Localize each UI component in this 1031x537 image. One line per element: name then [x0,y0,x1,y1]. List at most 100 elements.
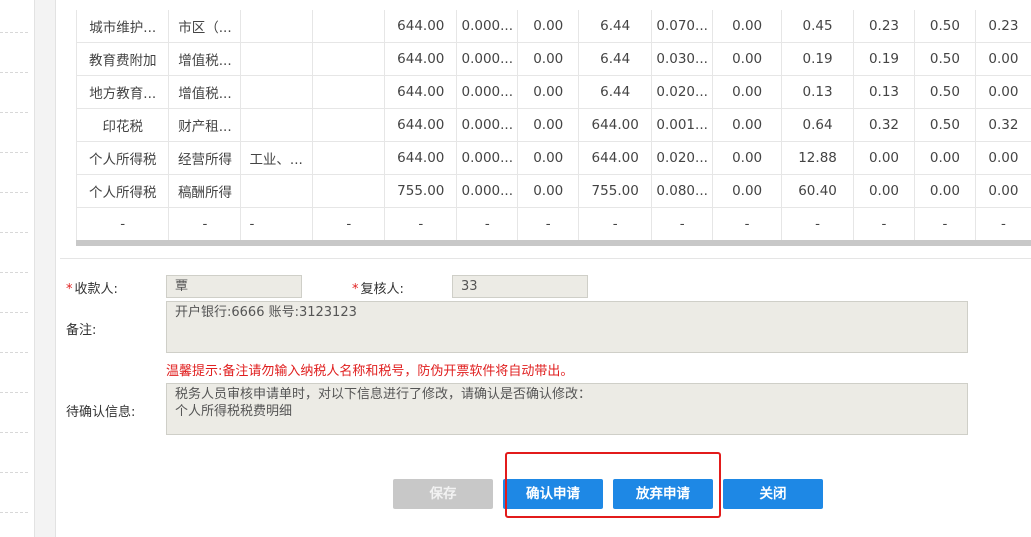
highlight-box [505,452,721,518]
table-row[interactable]: 个人所得税 稿酬所得 755.00 0.000... 0.00 755.00 0.080..… [77,174,1031,208]
table-cell: - [77,207,170,241]
table-cell: 0.13 [853,75,915,109]
table-cell: 稿酬所得 [168,174,242,208]
table-cell: 0.00 [517,10,580,43]
table-cell: 0.13 [781,75,855,109]
warning-tip: 温馨提示:备注请勿输入纳税人名称和税号，防伪开票软件将自动带出。 [166,364,574,379]
guide-line [0,272,28,273]
table-cell: 0.50 [914,42,976,76]
guide-line [0,112,28,113]
table-cell: 0.00 [975,174,1031,208]
table-cell [240,10,314,43]
tax-detail-table: 城市维护... 市区（... 644.00 0.000... 0.00 6.44 0.070… [76,10,1031,246]
save-button[interactable]: 保存 [393,479,493,509]
table-cell: 644.00 [384,42,458,76]
table-cell: 0.00 [712,75,783,109]
guide-line [0,312,28,313]
reviewer-field[interactable]: 33 [452,275,588,298]
table-row[interactable]: -------------- [77,207,1031,241]
table-cell: 0.00 [975,42,1031,76]
table-cell [312,174,386,208]
guide-line [0,392,28,393]
close-button[interactable]: 关闭 [723,479,823,509]
table-cell: 0.00 [975,141,1031,175]
table-cell: 6.44 [578,75,653,109]
table-cell: 0.000... [456,174,519,208]
guide-line [0,512,28,513]
table-cell: - [712,207,783,241]
table-cell: 0.00 [712,42,783,76]
table-cell: 6.44 [578,42,653,76]
table-cell: 地方教育... [77,75,170,109]
table-cell: 0.00 [517,141,580,175]
remark-textarea[interactable]: 开户银行:6666 账号:3123123 [166,301,968,353]
table-cell: 0.19 [853,42,915,76]
table-cell: 0.030... [651,42,714,76]
table-cell: 644.00 [384,10,458,43]
table-cell: 市区（... [168,10,242,43]
table-cell: - [853,207,915,241]
payee-label: * 收款人: [66,278,118,297]
pending-info-line: 个人所得税税费明细 [175,404,293,419]
guide-line [0,152,28,153]
table-cell: 0.45 [781,10,855,43]
table-cell: - [781,207,855,241]
table-cell [240,108,314,142]
table-cell [240,174,314,208]
table-cell: 644.00 [384,108,458,142]
table-cell: 0.000... [456,42,519,76]
table-row[interactable]: 地方教育... 增值税... 644.00 0.000... 0.00 6.44 0.020… [77,75,1031,109]
table-cell: 644.00 [578,108,653,142]
table-cell: 0.00 [517,75,580,109]
table-cell: 0.19 [781,42,855,76]
payee-label-text: 收款人: [74,282,118,297]
guide-line [0,232,28,233]
table-cell: 0.00 [712,141,783,175]
table-cell: - [312,207,386,241]
table-cell: 0.23 [975,10,1031,43]
table-cell: 印花税 [77,108,170,142]
table-cell: 0.070... [651,10,714,43]
table-cell: 0.001... [651,108,714,142]
table-cell: 个人所得税 [77,141,170,175]
table-cell: 增值税... [168,75,242,109]
table-cell: 0.080... [651,174,714,208]
table-cell: 0.00 [853,174,915,208]
table-cell [312,42,386,76]
table-cell [312,141,386,175]
table-cell: 0.32 [975,108,1031,142]
table-cell [312,108,386,142]
guide-line [0,72,28,73]
required-mark: * [352,282,359,297]
table-cell: - [240,207,314,241]
table-row[interactable]: 个人所得税 经营所得 工业、... 644.00 0.000... 0.00 644.00 0… [77,141,1031,175]
table-cell: 0.50 [914,108,976,142]
reviewer-label-text: 复核人: [360,282,404,297]
panel-divider [34,0,56,537]
horizontal-scrollbar[interactable] [76,240,1031,246]
table-cell: 12.88 [781,141,855,175]
table-cell: 0.50 [914,10,976,43]
table-cell: 财产租... [168,108,242,142]
table-row[interactable]: 教育费附加 增值税... 644.00 0.000... 0.00 6.44 0.030..… [77,42,1031,76]
payee-field[interactable]: 覃 [166,275,302,298]
table-cell: 0.00 [975,75,1031,109]
table-cell: 755.00 [384,174,458,208]
table-cell: 755.00 [578,174,653,208]
table-cell: 0.000... [456,141,519,175]
pending-info-textarea[interactable]: 税务人员审核申请单时，对以下信息进行了修改，请确认是否确认修改： 个人所得税税费… [166,383,968,435]
table-cell: - [456,207,519,241]
table-row[interactable]: 印花税 财产租... 644.00 0.000... 0.00 644.00 0.001..… [77,108,1031,142]
table-cell [312,10,386,43]
table-row[interactable]: 城市维护... 市区（... 644.00 0.000... 0.00 6.44 0.070… [77,10,1031,43]
table-cell: 0.00 [517,42,580,76]
table-cell: - [578,207,653,241]
table-cell: 0.000... [456,75,519,109]
pending-info-label: 待确认信息: [66,405,136,420]
table-cell: 0.020... [651,75,714,109]
table-cell: 教育费附加 [77,42,170,76]
table-cell: 6.44 [578,10,653,43]
reviewer-value: 33 [461,279,478,294]
table-cell: - [914,207,976,241]
guide-line [0,472,28,473]
